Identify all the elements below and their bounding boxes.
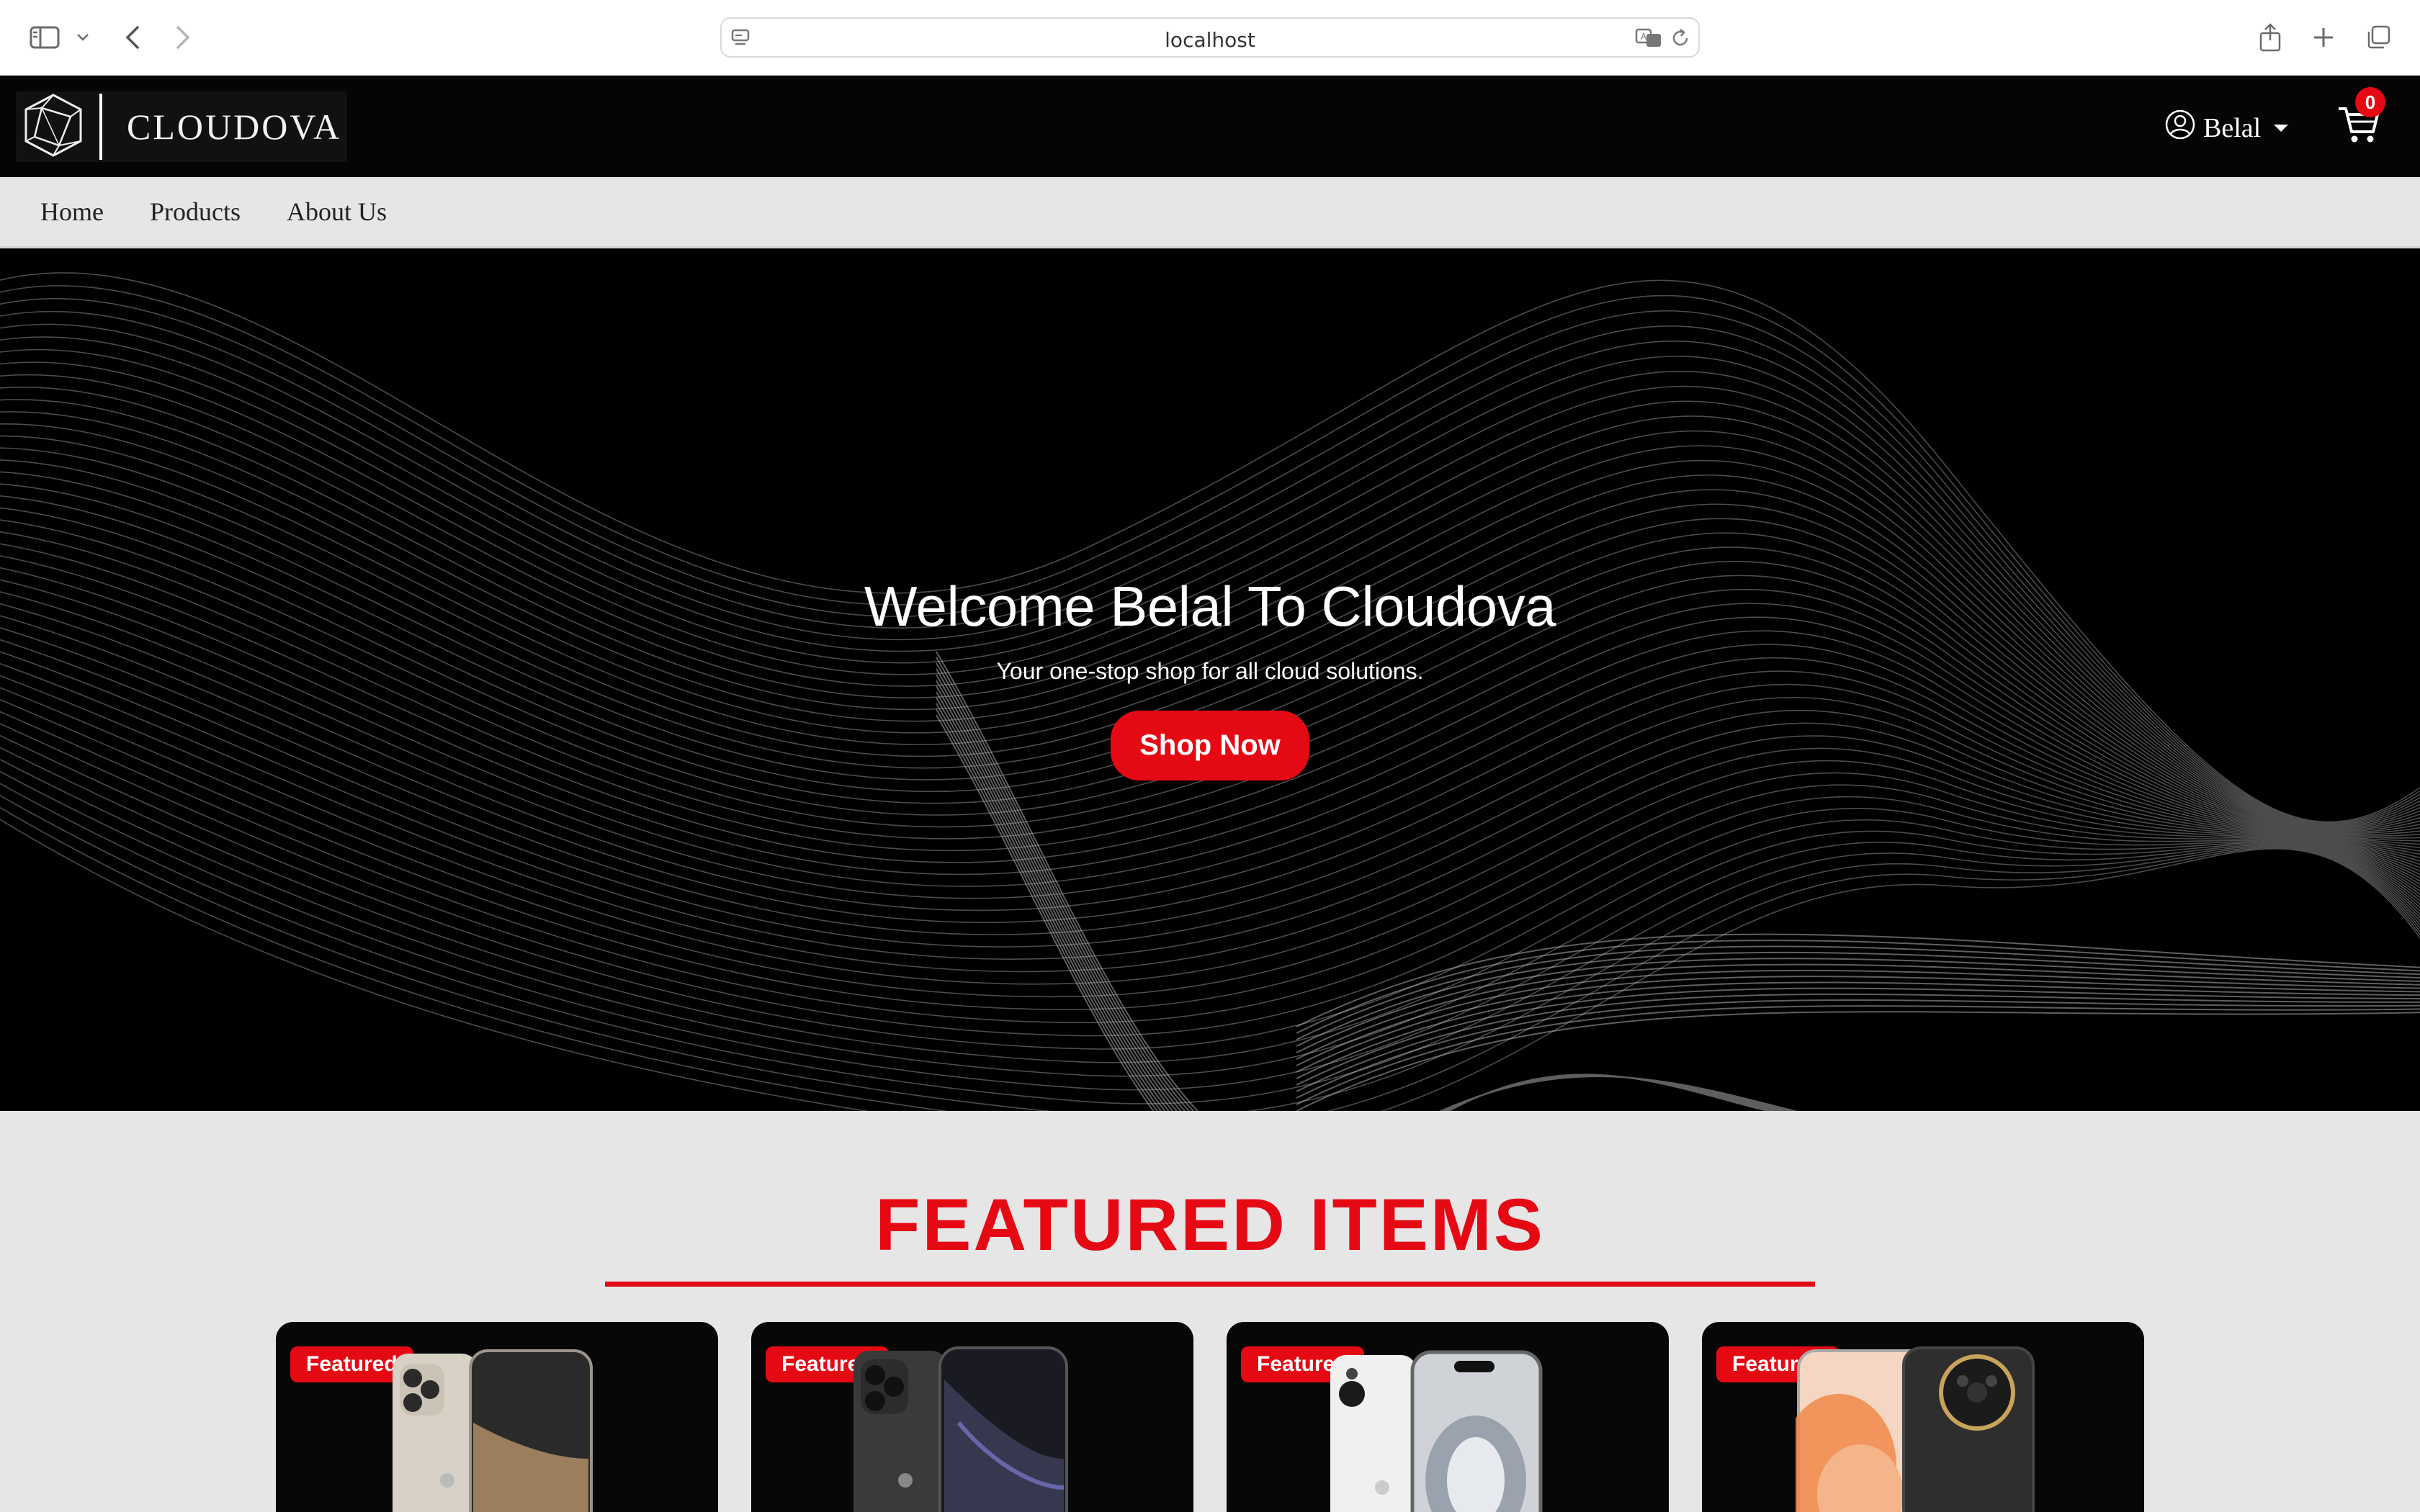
product-card[interactable]: Featured xyxy=(751,1322,1193,1512)
hero-banner: Welcome Belal To Cloudova Your one-stop … xyxy=(0,248,2420,1111)
address-bar[interactable]: localhost A xyxy=(720,17,1700,58)
product-image xyxy=(853,1346,1068,1512)
url-text: localhost xyxy=(1165,28,1255,52)
logo-divider xyxy=(99,94,102,160)
cube-logo-icon xyxy=(20,92,86,162)
back-icon[interactable] xyxy=(117,19,148,56)
nav-products[interactable]: Products xyxy=(150,197,241,227)
product-image xyxy=(1330,1350,1543,1512)
product-card[interactable]: Featured xyxy=(1227,1322,1669,1512)
cart-icon xyxy=(2337,107,2380,148)
hero-content: Welcome Belal To Cloudova Your one-stop … xyxy=(0,574,2420,780)
product-card[interactable]: Featured xyxy=(1702,1322,2144,1512)
nav-about-us[interactable]: About Us xyxy=(287,197,387,227)
shop-now-button[interactable]: Shop Now xyxy=(1111,711,1309,780)
reload-icon[interactable] xyxy=(1670,27,1691,53)
main-nav: Home Products About Us xyxy=(0,177,2420,248)
wave-line xyxy=(0,783,2420,1104)
chevron-down-icon[interactable] xyxy=(72,19,94,56)
svg-text:A: A xyxy=(1641,32,1647,42)
hero-subtitle: Your one-stop shop for all cloud solutio… xyxy=(996,658,1424,684)
featured-underline xyxy=(605,1282,1815,1287)
product-card[interactable]: Featured xyxy=(276,1322,718,1512)
wave-line xyxy=(1296,940,2420,1034)
sidebar-icon[interactable] xyxy=(26,19,63,56)
browser-toolbar: localhost A xyxy=(0,0,2420,76)
user-menu[interactable]: Belal xyxy=(2164,109,2289,148)
user-circle-icon xyxy=(2164,109,2196,148)
wave-line xyxy=(1296,1005,2420,1105)
translate-icon[interactable]: A xyxy=(1635,27,1662,53)
forward-icon[interactable] xyxy=(167,19,199,56)
share-icon[interactable] xyxy=(2254,19,2286,56)
brand-logo[interactable]: CLOUDOVA xyxy=(16,91,347,162)
nav-home[interactable]: Home xyxy=(40,197,104,227)
tabs-overview-icon[interactable] xyxy=(2362,19,2394,56)
caret-down-icon xyxy=(2274,125,2289,132)
featured-title: FEATURED ITEMS xyxy=(875,1184,1545,1266)
product-image xyxy=(1796,1346,2035,1512)
product-image xyxy=(393,1349,593,1512)
featured-section: FEATURED ITEMS Featured Featured Feature… xyxy=(0,1111,2420,1512)
wave-line xyxy=(0,794,2420,1111)
hero-title: Welcome Belal To Cloudova xyxy=(864,575,1556,638)
user-name: Belal xyxy=(2203,113,2262,143)
site-header: CLOUDOVA Belal 0 xyxy=(0,76,2420,177)
new-tab-icon[interactable] xyxy=(2308,19,2339,56)
cart-count-badge: 0 xyxy=(2355,87,2385,117)
brand-name: CLOUDOVA xyxy=(127,107,342,147)
